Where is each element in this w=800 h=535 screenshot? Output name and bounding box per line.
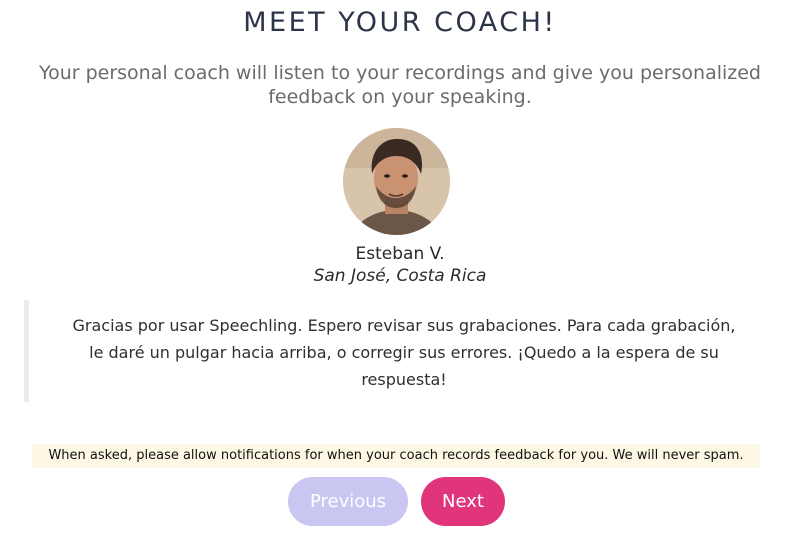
- next-button[interactable]: Next: [421, 477, 505, 526]
- coach-location: San José, Costa Rica: [313, 266, 487, 286]
- coach-name: Esteban V.: [355, 244, 445, 264]
- coach-intro-page: MEET YOUR COACH! Your personal coach wil…: [0, 0, 800, 535]
- coach-message-quote: Gracias por usar Speechling. Espero revi…: [24, 300, 768, 402]
- page-title: MEET YOUR COACH!: [243, 7, 557, 38]
- coach-avatar: [343, 128, 450, 235]
- page-subtitle: Your personal coach will listen to your …: [38, 62, 761, 108]
- coach-message-text: Gracias por usar Speechling. Espero revi…: [72, 316, 736, 389]
- previous-button[interactable]: Previous: [288, 477, 408, 526]
- notification-notice: When asked, please allow notifications f…: [32, 444, 760, 468]
